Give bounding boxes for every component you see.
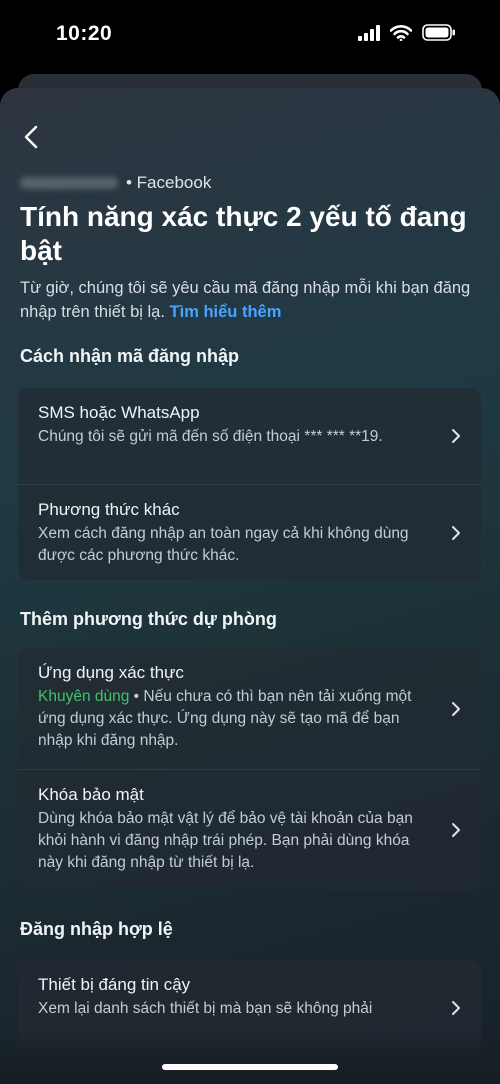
blurred-account-name bbox=[20, 177, 118, 189]
home-indicator[interactable] bbox=[162, 1064, 338, 1070]
receive-code-card: SMS hoặc WhatsApp Chúng tôi sẽ gửi mã đế… bbox=[18, 388, 481, 580]
status-icons bbox=[358, 24, 456, 41]
section-heading-receive-code: Cách nhận mã đăng nhập bbox=[20, 346, 240, 366]
status-time: 10:20 bbox=[56, 22, 113, 45]
chevron-right-icon bbox=[452, 1001, 460, 1015]
chevron-right-icon bbox=[452, 429, 460, 443]
option-desc: Dùng khóa bảo mật vật lý để bảo vệ tài k… bbox=[38, 810, 413, 871]
back-button[interactable] bbox=[16, 122, 46, 152]
option-title: Phương thức khác bbox=[38, 500, 180, 519]
account-line: • Facebook bbox=[20, 172, 211, 194]
back-arrow-icon bbox=[24, 125, 38, 149]
two-factor-sheet: • Facebook Tính năng xác thực 2 yếu tố đ… bbox=[0, 88, 500, 1084]
chevron-right-icon bbox=[452, 823, 460, 837]
option-desc: Xem lại danh sách thiết bị mà bạn sẽ khô… bbox=[38, 1000, 373, 1017]
option-title: Thiết bị đáng tin cậy bbox=[38, 975, 191, 994]
option-authenticator-app[interactable]: Ứng dụng xác thực Khuyên dùng • Nếu chưa… bbox=[18, 648, 481, 769]
section-heading-valid-login: Đăng nhập hợp lệ bbox=[20, 919, 173, 939]
learn-more-link[interactable]: Tìm hiểu thêm bbox=[170, 303, 282, 321]
chevron-right-icon bbox=[452, 701, 460, 716]
recommended-badge: Khuyên dùng bbox=[38, 688, 130, 705]
intro-text: Từ giờ, chúng tôi sẽ yêu cầu mã đăng nhậ… bbox=[20, 276, 484, 324]
signal-icon bbox=[358, 24, 380, 41]
option-sms-whatsapp[interactable]: SMS hoặc WhatsApp Chúng tôi sẽ gửi mã đế… bbox=[18, 388, 481, 484]
section-heading-backup: Thêm phương thức dự phòng bbox=[20, 609, 277, 629]
page-title: Tính năng xác thực 2 yếu tố đang bật bbox=[20, 201, 467, 266]
option-title: SMS hoặc WhatsApp bbox=[38, 403, 200, 422]
option-other-methods[interactable]: Phương thức khác Xem cách đăng nhập an t… bbox=[18, 484, 481, 580]
bottom-fade bbox=[0, 1030, 500, 1084]
option-desc: Xem cách đăng nhập an toàn ngay cả khi k… bbox=[38, 525, 409, 564]
option-desc: Chúng tôi sẽ gửi mã đến số điện thoại **… bbox=[38, 428, 383, 445]
battery-icon bbox=[422, 24, 455, 41]
option-title: Ứng dụng xác thực bbox=[38, 663, 184, 682]
wifi-icon bbox=[390, 24, 412, 41]
account-source: • Facebook bbox=[126, 173, 212, 192]
chevron-right-icon bbox=[452, 525, 460, 540]
backup-card: Ứng dụng xác thực Khuyên dùng • Nếu chưa… bbox=[18, 648, 481, 890]
option-security-key[interactable]: Khóa bảo mật Dùng khóa bảo mật vật lý để… bbox=[18, 769, 481, 890]
option-desc: Khuyên dùng • Nếu chưa có thì bạn nên tả… bbox=[38, 686, 433, 752]
option-title: Khóa bảo mật bbox=[38, 785, 144, 804]
status-bar: 10:20 bbox=[0, 0, 500, 70]
